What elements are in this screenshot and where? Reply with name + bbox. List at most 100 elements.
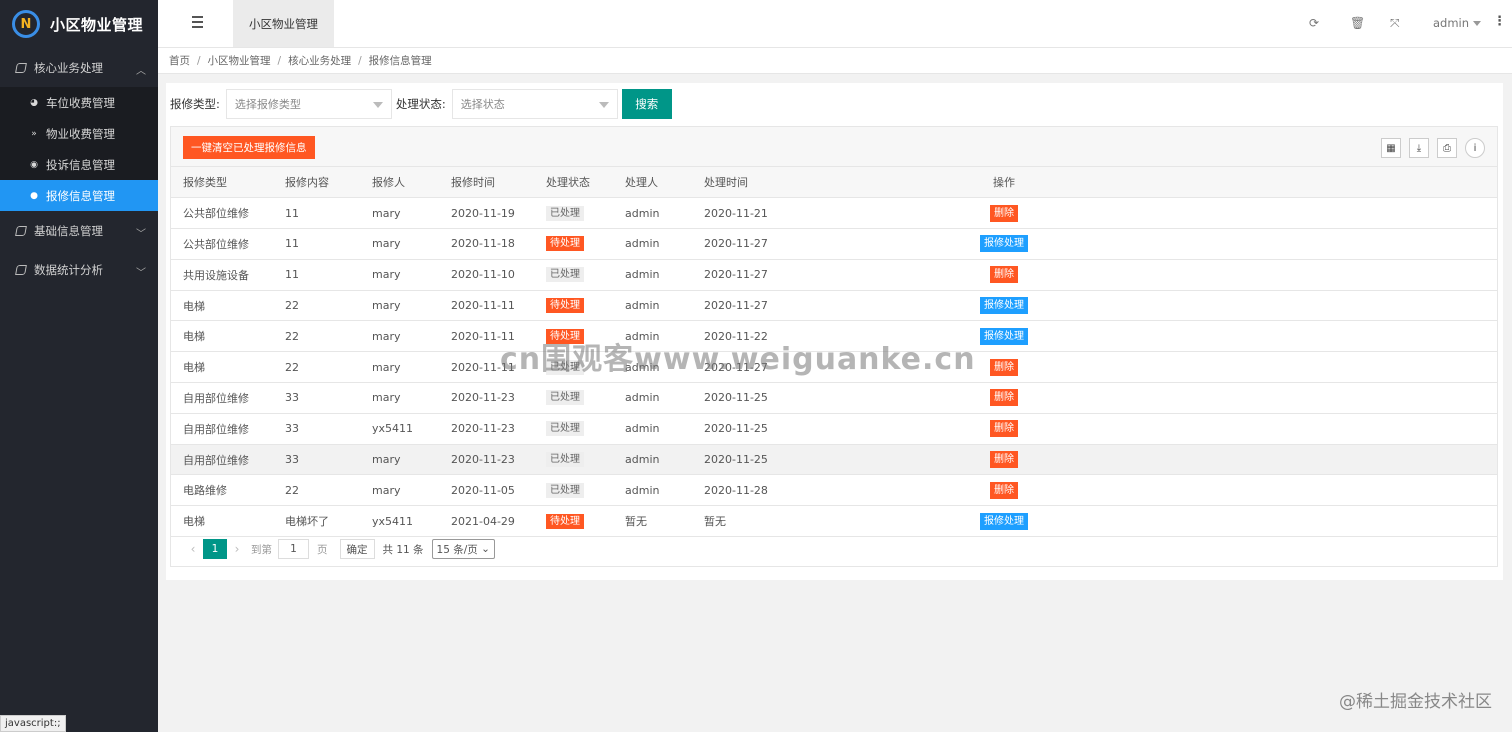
column-header[interactable]: 处理状态 (546, 167, 625, 199)
repair-process-button[interactable]: 报修处理 (980, 235, 1028, 253)
status-badge: 已处理 (546, 267, 584, 283)
cell-reporter: mary (372, 444, 451, 476)
cell-content: 11 (278, 197, 372, 230)
column-header[interactable]: 报修时间 (451, 167, 546, 199)
repair-process-button[interactable]: 报修处理 (980, 512, 1028, 530)
cell-status: 已处理 (546, 444, 625, 476)
status-select[interactable]: 选择状态 (451, 89, 618, 119)
menu-toggle-icon[interactable] (188, 16, 204, 30)
cell-filler (1104, 351, 1497, 384)
delete-button[interactable]: 删除 (990, 481, 1018, 499)
prev-page-icon[interactable]: ‹ (183, 542, 203, 556)
cell-reporter: mary (372, 259, 451, 291)
cell-status: 已处理 (546, 259, 625, 291)
breadcrumb-item[interactable]: 首页 (169, 53, 190, 68)
chevron-down-icon: ﹀ (136, 229, 146, 240)
table-row[interactable]: 自用部位维修 33 mary 2020-11-23 已处理 admin 2020-11-25… (171, 444, 1497, 476)
column-header[interactable]: 报修类型 (171, 167, 278, 199)
breadcrumb-item[interactable]: 小区物业管理 (208, 53, 271, 68)
nav-submenu: ◕ 车位收费管理 » 物业收费管理 ◉ 投诉信息管理 ● 报修信息管理 (0, 87, 158, 211)
export-icon[interactable]: ⤓ (1409, 138, 1429, 158)
breadcrumb: 首页 / 小区物业管理 / 核心业务处理 / 报修信息管理 (158, 48, 1512, 74)
header-tab[interactable]: 小区物业管理 (233, 0, 334, 47)
delete-button[interactable]: 删除 (990, 266, 1018, 284)
user-menu[interactable]: admin (1433, 16, 1482, 30)
delete-button[interactable]: 删除 (990, 389, 1018, 407)
trash-icon[interactable]: 🗑 (1350, 16, 1365, 30)
cell-action: 报修处理 (904, 290, 1104, 322)
sidebar-item-property-fee[interactable]: » 物业收费管理 (0, 118, 158, 149)
cell-filler (1104, 382, 1497, 414)
caret-down-icon (1473, 21, 1482, 26)
more-vertical-icon[interactable]: ⋮ (1493, 14, 1506, 29)
cell-repair-type: 自用部位维修 (171, 382, 278, 414)
cell-status: 已处理 (546, 474, 625, 507)
breadcrumb-item[interactable]: 核心业务处理 (288, 53, 351, 68)
column-header[interactable]: 处理时间 (704, 167, 904, 199)
cell-repair-time: 2020-11-19 (451, 197, 546, 230)
cell-handler: admin (625, 228, 704, 260)
table-header-row: 报修类型 报修内容 报修人 报修时间 处理状态 处理人 处理时间 操作 (171, 167, 1497, 199)
cell-content: 22 (278, 320, 372, 353)
column-header[interactable]: 报修人 (372, 167, 451, 199)
cell-action: 删除 (904, 413, 1104, 445)
table-row[interactable]: 电梯 电梯坏了 yx5411 2021-04-29 待处理 暂无 暂无 报修处理 (171, 505, 1497, 538)
cell-repair-time: 2020-11-23 (451, 382, 546, 414)
username: admin (1433, 16, 1470, 30)
sidebar-item-parking-fee[interactable]: ◕ 车位收费管理 (0, 87, 158, 118)
repair-process-button[interactable]: 报修处理 (980, 327, 1028, 345)
table-row[interactable]: 共用设施设备 11 mary 2020-11-10 已处理 admin 2020-11-27… (171, 259, 1497, 291)
cell-handled-time: 2020-11-21 (704, 197, 904, 230)
cell-status: 已处理 (546, 382, 625, 414)
next-page-icon[interactable]: › (227, 542, 247, 556)
cell-action: 删除 (904, 444, 1104, 476)
cell-content: 22 (278, 351, 372, 384)
nav-group-label: 数据统计分析 (34, 262, 103, 277)
table-row[interactable]: 公共部位维修 11 mary 2020-11-18 待处理 admin 2020-11-27… (171, 228, 1497, 260)
print-icon[interactable]: ⎙ (1437, 138, 1457, 158)
sidebar-item-repairs[interactable]: ● 报修信息管理 (0, 180, 158, 211)
leaf-icon (15, 225, 27, 236)
leaf-icon (15, 264, 27, 275)
app-logo[interactable]: N 小区物业管理 (0, 0, 158, 48)
current-page[interactable]: 1 (203, 539, 227, 559)
nav-group-basic-info[interactable]: 基础信息管理 ﹀ (0, 211, 158, 250)
info-icon[interactable]: i (1465, 138, 1485, 158)
delete-button[interactable]: 删除 (990, 451, 1018, 469)
cell-reporter: mary (372, 474, 451, 507)
radio-circle-icon: ◉ (30, 159, 38, 170)
table-row[interactable]: 电路维修 22 mary 2020-11-05 已处理 admin 2020-11-28 删除 (171, 474, 1497, 507)
status-badge: 待处理 (546, 236, 584, 252)
column-header[interactable]: 报修内容 (278, 167, 372, 199)
table-row[interactable]: 电梯 22 mary 2020-11-11 待处理 admin 2020-11-27 报修处理 (171, 290, 1497, 322)
clear-processed-button[interactable]: 一键清空已处理报修信息 (183, 136, 315, 159)
table-row[interactable]: 公共部位维修 11 mary 2020-11-19 已处理 admin 2020-11-21… (171, 197, 1497, 230)
column-header[interactable]: 处理人 (625, 167, 704, 199)
fullscreen-icon[interactable]: ⤧ (1390, 16, 1400, 31)
caret-down-icon (372, 102, 383, 108)
cell-repair-type: 公共部位维修 (171, 197, 278, 230)
table-row[interactable]: 自用部位维修 33 yx5411 2020-11-23 已处理 admin 2020-11-… (171, 413, 1497, 445)
columns-filter-icon[interactable]: ▦ (1381, 138, 1401, 158)
column-header-filler (1104, 167, 1497, 199)
delete-button[interactable]: 删除 (990, 358, 1018, 376)
repair-type-select[interactable]: 选择报修类型 (225, 89, 392, 119)
delete-button[interactable]: 删除 (990, 204, 1018, 222)
table-row[interactable]: 自用部位维修 33 mary 2020-11-23 已处理 admin 2020-11-25… (171, 382, 1497, 414)
repair-process-button[interactable]: 报修处理 (980, 297, 1028, 315)
refresh-icon[interactable]: ⟳ (1309, 16, 1319, 30)
goto-page-input[interactable]: 1 (278, 539, 309, 559)
nav-group-core[interactable]: 核心业务处理 ︿ (0, 48, 158, 87)
cell-repair-time: 2020-11-11 (451, 290, 546, 322)
sidebar-item-label: 投诉信息管理 (46, 157, 115, 172)
dashboard-icon: ◕ (30, 97, 38, 108)
nav-group-statistics[interactable]: 数据统计分析 ﹀ (0, 250, 158, 289)
cell-action: 删除 (904, 259, 1104, 291)
goto-confirm-button[interactable]: 确定 (339, 539, 375, 559)
sidebar-item-complaints[interactable]: ◉ 投诉信息管理 (0, 149, 158, 180)
delete-button[interactable]: 删除 (990, 420, 1018, 438)
search-button[interactable]: 搜索 (621, 89, 672, 119)
cell-reporter: mary (372, 228, 451, 260)
cell-action: 删除 (904, 197, 1104, 230)
page-size-select[interactable]: 15 条/页 ⌄ (431, 539, 495, 559)
